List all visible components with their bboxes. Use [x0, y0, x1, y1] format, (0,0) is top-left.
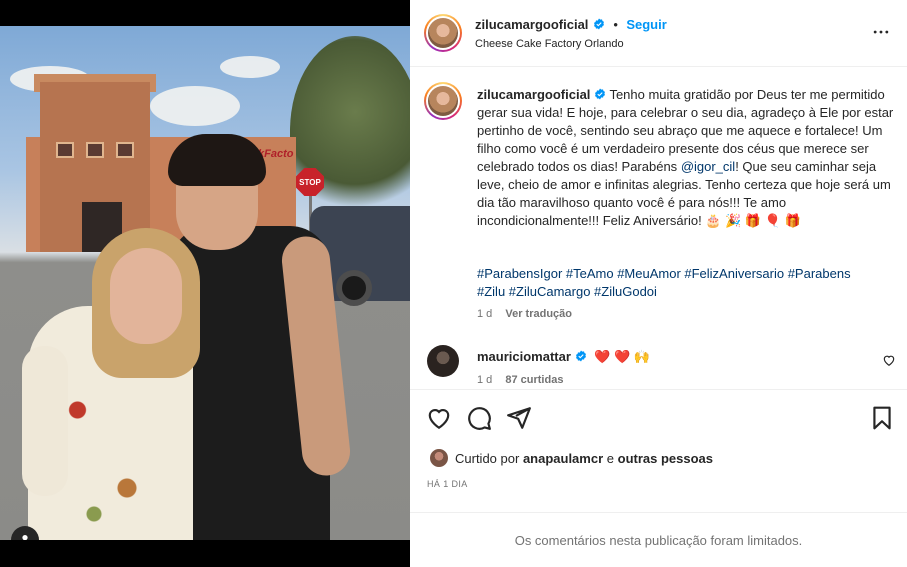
- verified-badge-icon: [575, 350, 586, 362]
- commenter-avatar[interactable]: [427, 345, 459, 377]
- caption-meta: 1 d Ver tradução: [477, 308, 572, 320]
- post-location[interactable]: Cheese Cake Factory Orlando: [475, 38, 624, 50]
- comment-meta: 1 d 87 curtidas: [477, 374, 563, 386]
- post-caption: zilucamargooficial Tenho muita gratidão …: [477, 86, 895, 230]
- liker-avatar[interactable]: [429, 448, 449, 468]
- comments-section: zilucamargooficial Tenho muita gratidão …: [410, 68, 907, 390]
- comments-limited-notice: Os comentários nesta publicação foram li…: [410, 512, 907, 567]
- user-tag-icon: [22, 535, 28, 540]
- post-photo[interactable]: kFacto STOP: [0, 26, 410, 540]
- author-avatar[interactable]: [424, 14, 462, 52]
- liked-by-row: Curtido por anapaulamcr e outras pessoas: [426, 448, 896, 470]
- comment-likes-count[interactable]: 87 curtidas: [505, 374, 563, 386]
- comment-text: ❤️ ❤️ 🙌: [594, 349, 650, 364]
- woman-arm: [22, 346, 68, 496]
- heart-icon[interactable]: [426, 405, 452, 431]
- verified-badge-icon: [595, 88, 606, 100]
- caption-age: 1 d: [477, 308, 493, 320]
- verified-badge-icon: [593, 18, 604, 30]
- post-details-panel: zilucamargooficial • Seguir Cheese Cake …: [410, 0, 907, 567]
- comment-icon[interactable]: [466, 405, 492, 431]
- caption-author-avatar[interactable]: [424, 82, 462, 120]
- comment-age: 1 d: [477, 374, 493, 386]
- author-username[interactable]: zilucamargooficial: [475, 17, 588, 32]
- post-actions-bar: [410, 393, 907, 443]
- bookmark-icon[interactable]: [869, 405, 895, 431]
- more-options-icon[interactable]: [871, 22, 891, 42]
- liked-by-connector: e: [606, 451, 614, 466]
- hashtags-line[interactable]: #ParabensIgor #TeAmo #MeuAmor #FelizAniv…: [477, 265, 895, 283]
- share-icon[interactable]: [506, 405, 532, 431]
- others-likes-link[interactable]: outras pessoas: [618, 451, 713, 466]
- comments-limited-text: Os comentários nesta publicação foram li…: [514, 532, 803, 548]
- separator-dot: •: [613, 17, 618, 32]
- man-hair: [168, 134, 266, 186]
- liker-username[interactable]: anapaulamcr: [523, 451, 603, 466]
- post-date[interactable]: HÁ 1 DIA: [427, 479, 468, 489]
- stop-sign: STOP: [296, 168, 324, 196]
- sky-cloud: [220, 56, 280, 78]
- caption-author-username[interactable]: zilucamargooficial: [477, 87, 590, 102]
- caption-mention-link[interactable]: @igor_cil: [681, 159, 735, 174]
- comment-like-heart-icon[interactable]: [882, 353, 896, 367]
- caption-hashtags: #ParabensIgor #TeAmo #MeuAmor #FelizAniv…: [477, 265, 895, 301]
- woman-face: [110, 248, 182, 344]
- translate-link[interactable]: Ver tradução: [505, 308, 572, 320]
- liked-by-prefix: Curtido por: [455, 451, 520, 466]
- commenter-username[interactable]: mauriciomattar: [477, 349, 571, 364]
- post-header: zilucamargooficial • Seguir Cheese Cake …: [410, 0, 907, 67]
- follow-button[interactable]: Seguir: [626, 17, 666, 32]
- hashtags-line[interactable]: #Zilu #ZiluCamargo #ZiluGodoi: [477, 283, 895, 301]
